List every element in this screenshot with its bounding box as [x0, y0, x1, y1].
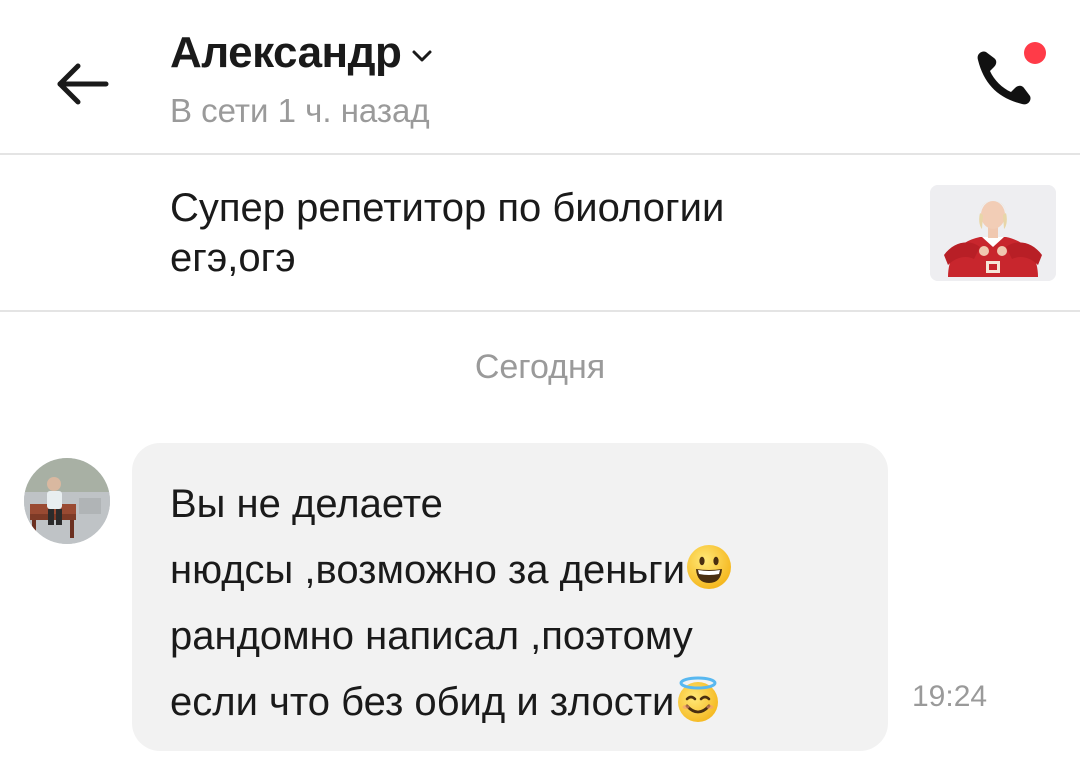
back-button[interactable]: [52, 58, 112, 110]
message-text: нюдсы ,возможно за деньги: [170, 548, 686, 592]
sender-avatar[interactable]: [24, 458, 110, 544]
listing-title: Супер репетитор по биологии егэ,огэ: [170, 183, 870, 283]
message-text: рандомно написал ,поэтому: [170, 614, 693, 658]
chevron-down-icon: [412, 50, 432, 62]
listing-banner[interactable]: Супер репетитор по биологии егэ,огэ: [0, 155, 1080, 312]
message-text: Вы не делаете: [170, 482, 443, 526]
listing-title-line: Супер репетитор по биологии: [170, 186, 725, 230]
listing-thumbnail[interactable]: [930, 185, 1056, 281]
message-line: Вы не делаете: [170, 471, 852, 537]
smiling-face-with-halo-emoji: [678, 676, 719, 722]
listing-photo: [930, 185, 1056, 281]
chat-header: Александр В сети 1 ч. назад: [0, 0, 1080, 155]
avatar-photo: [24, 458, 110, 544]
notification-dot: [1024, 42, 1046, 64]
grinning-face-emoji: [687, 545, 732, 589]
arrow-left-icon: [57, 63, 109, 105]
contact-name-dropdown[interactable]: Александр: [170, 28, 433, 78]
listing-title-line: егэ,огэ: [170, 236, 296, 280]
message-text: если что без обид и злости: [170, 680, 675, 724]
contact-name: Александр: [170, 28, 402, 77]
message-bubble[interactable]: Вы не делаете нюдсы ,возможно за деньги …: [132, 443, 888, 751]
message-line: если что без обид и злости: [170, 669, 852, 735]
message-line: нюдсы ,возможно за деньги: [170, 537, 852, 603]
message-line: рандомно написал ,поэтому: [170, 603, 852, 669]
online-status: В сети 1 ч. назад: [170, 92, 430, 129]
message-timestamp: 19:24: [912, 680, 988, 713]
date-separator: Сегодня: [474, 348, 606, 386]
